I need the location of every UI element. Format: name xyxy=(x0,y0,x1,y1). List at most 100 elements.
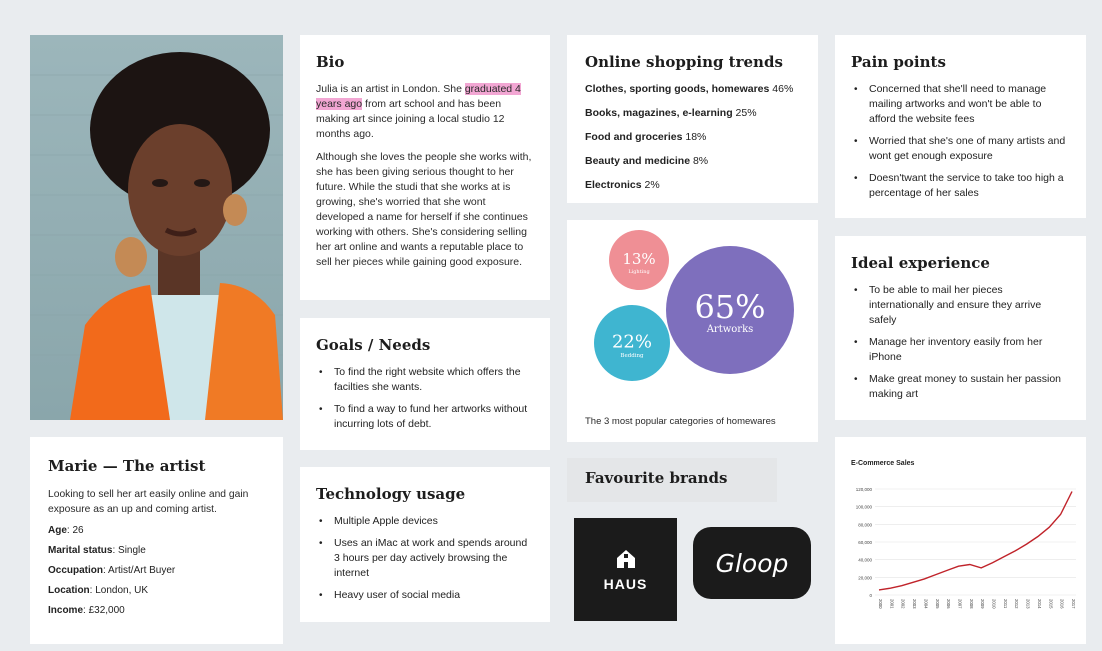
trend-label: Clothes, sporting goods, homewares xyxy=(585,83,770,95)
persona-name: Marie — The artist xyxy=(48,457,206,475)
pain-title: Pain points xyxy=(851,53,946,71)
pain-list: Concerned that she'll need to manage mai… xyxy=(851,82,1070,201)
brands-header: Favourite brands xyxy=(567,458,777,502)
ideal-item: Manage her inventory easily from her iPh… xyxy=(851,335,1070,365)
x-tick-label: 2013 xyxy=(1026,599,1031,609)
x-tick-label: 2005 xyxy=(935,599,940,609)
gloop-logo: Gloop xyxy=(693,527,811,599)
persona-detail-value: : Single xyxy=(112,545,146,556)
house-icon xyxy=(616,549,635,568)
x-tick-label: 2003 xyxy=(912,599,917,609)
persona-detail-row: Income: £32,000 xyxy=(48,605,265,616)
persona-detail-row: Location: London, UK xyxy=(48,585,265,596)
ideal-list: To be able to mail her pieces internatio… xyxy=(851,283,1070,402)
y-tick-label: 0 xyxy=(869,593,872,598)
ideal-item: To be able to mail her pieces internatio… xyxy=(851,283,1070,328)
pain-item: Doesn'twant the service to take too high… xyxy=(851,171,1070,201)
trends-title: Online shopping trends xyxy=(585,53,783,71)
haus-logo: HAUS xyxy=(574,518,677,621)
trend-label: Beauty and medicine xyxy=(585,155,691,167)
technology-item: Heavy user of social media xyxy=(316,588,534,603)
trend-row: Clothes, sporting goods, homewares 46% xyxy=(585,83,800,95)
bubble-caption: The 3 most popular categories of homewar… xyxy=(585,416,776,427)
x-tick-label: 2012 xyxy=(1014,599,1019,609)
pain-card: Pain points Concerned that she'll need t… xyxy=(835,35,1086,218)
x-tick-label: 2002 xyxy=(901,599,906,609)
y-tick-label: 100,000 xyxy=(856,505,873,510)
trend-value: 8% xyxy=(690,155,709,167)
persona-detail-value: : 26 xyxy=(66,525,84,536)
x-tick-label: 2004 xyxy=(923,599,928,609)
trend-label: Food and groceries xyxy=(585,131,683,143)
trend-row: Books, magazines, e-learning 25% xyxy=(585,107,800,119)
trend-row: Food and groceries 18% xyxy=(585,131,800,143)
technology-item: Uses an iMac at work and spends around 3… xyxy=(316,536,534,581)
trend-value: 2% xyxy=(641,179,660,191)
homewares-card: 13% Lighting 22% Bedding 65% Artworks The 3 m… xyxy=(567,220,818,442)
trend-label: Books, magazines, e-learning xyxy=(585,107,733,119)
ecommerce-line-chart: E-Commerce Sales 120,000 100,000 80,000 60,0… xyxy=(851,460,1076,609)
y-tick-label: 120,000 xyxy=(856,487,873,492)
technology-title: Technology usage xyxy=(316,485,466,503)
persona-detail-value: : Artist/Art Buyer xyxy=(103,565,176,576)
bubble-value: 22% xyxy=(612,332,652,353)
bio-card: Bio Julia is an artist in London. She gr… xyxy=(300,35,550,300)
y-tick-label: 80,000 xyxy=(858,522,872,527)
trend-value: 25% xyxy=(732,107,757,119)
sales-line xyxy=(878,491,1073,591)
x-tick-label: 2000 xyxy=(878,599,883,609)
bubble-label: Lighting xyxy=(628,269,650,275)
gloop-logo-text: Gloop xyxy=(715,548,789,578)
x-tick-label: 2015 xyxy=(1048,599,1053,609)
persona-detail-value: : London, UK xyxy=(89,585,149,596)
persona-detail-label: Location xyxy=(48,585,90,596)
goals-item: To find the right website which offers t… xyxy=(316,365,534,395)
bubble-value: 13% xyxy=(622,250,655,268)
chart-title: E-Commerce Sales xyxy=(851,460,915,467)
trend-row: Electronics 2% xyxy=(585,179,800,191)
x-tick-label: 2006 xyxy=(946,599,951,609)
ideal-card: Ideal experience To be able to mail her … xyxy=(835,236,1086,420)
ecommerce-chart-card: E-Commerce Sales 120,000 100,000 80,000 60,0… xyxy=(835,437,1086,644)
trend-value: 18% xyxy=(682,131,707,143)
goals-item: To find a way to fund her artworks witho… xyxy=(316,402,534,432)
persona-detail-row: Age: 26 xyxy=(48,525,265,536)
x-tick-label: 2008 xyxy=(969,599,974,609)
pain-item: Concerned that she'll need to manage mai… xyxy=(851,82,1070,127)
technology-list: Multiple Apple devices Uses an iMac at wo… xyxy=(316,514,534,603)
bubble-chart: 13%Lighting 22%Bedding 65%Artworks xyxy=(594,230,794,381)
ideal-title: Ideal experience xyxy=(851,254,990,272)
ideal-item: Make great money to sustain her passion … xyxy=(851,372,1070,402)
persona-detail-label: Age xyxy=(48,525,67,536)
brands-title: Favourite brands xyxy=(585,469,728,487)
bubble-value: 65% xyxy=(694,288,765,326)
persona-photo xyxy=(30,35,283,420)
x-tick-label: 2016 xyxy=(1060,599,1065,609)
x-tick-label: 2001 xyxy=(889,599,894,609)
goals-list: To find the right website which offers t… xyxy=(316,365,534,432)
bio-text: Julia is an artist in London. She xyxy=(316,83,465,95)
x-tick-label: 2010 xyxy=(992,599,997,609)
persona-summary: Looking to sell her art easily online an… xyxy=(48,489,249,515)
trend-value: 46% xyxy=(769,83,794,95)
bubble-label: Artworks xyxy=(706,324,754,335)
x-tick-label: 2007 xyxy=(957,599,962,609)
goals-title: Goals / Needs xyxy=(316,336,431,354)
bio-title: Bio xyxy=(316,53,345,71)
y-tick-label: 40,000 xyxy=(858,558,872,563)
x-tick-label: 2017 xyxy=(1071,599,1076,609)
bubble-label: Bedding xyxy=(620,353,644,359)
x-tick-label: 2014 xyxy=(1037,599,1042,609)
persona-detail-label: Income xyxy=(48,605,84,616)
y-tick-label: 20,000 xyxy=(858,575,872,580)
haus-logo-text: HAUS xyxy=(603,575,648,592)
goals-card: Goals / Needs To find the right website … xyxy=(300,318,550,450)
persona-detail-label: Marital status xyxy=(48,545,113,556)
x-tick-label: 2009 xyxy=(980,599,985,609)
pain-item: Worried that she's one of many artists a… xyxy=(851,134,1070,164)
persona-detail-row: Occupation: Artist/Art Buyer xyxy=(48,565,265,576)
persona-detail-row: Marital status: Single xyxy=(48,545,265,556)
trend-row: Beauty and medicine 8% xyxy=(585,155,800,167)
persona-card: Marie — The artist Looking to sell her a… xyxy=(30,437,283,644)
persona-detail-label: Occupation xyxy=(48,565,104,576)
